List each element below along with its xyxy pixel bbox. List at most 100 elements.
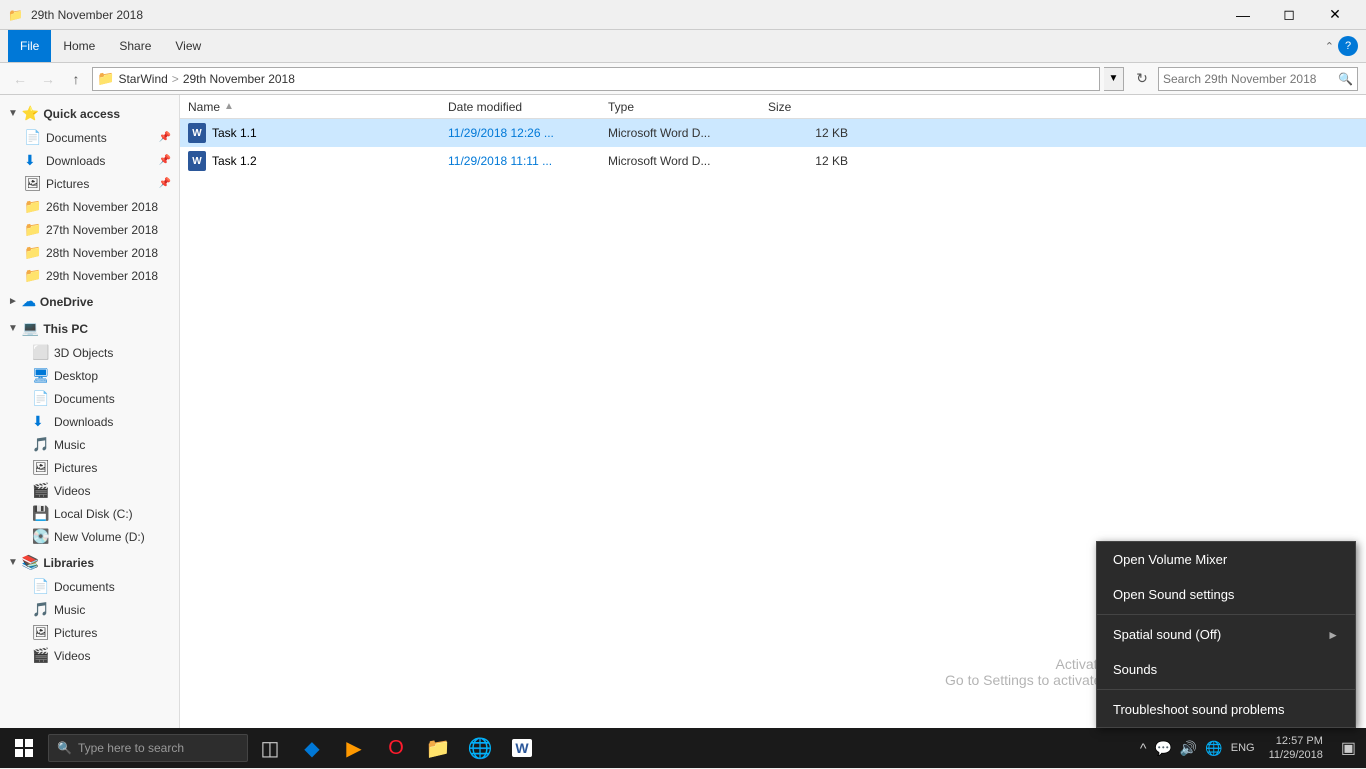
taskbar-app-word[interactable]: W (502, 728, 542, 768)
col-size-label: Size (768, 100, 791, 114)
ribbon-expand-button[interactable]: ⌃ (1325, 40, 1334, 53)
file-row-task11[interactable]: W Task 1.1 11/29/2018 12:26 ... Microsof… (180, 119, 1366, 147)
pictures-quick-pin: 📌 (159, 178, 171, 189)
ctx-spatial-sound[interactable]: Spatial sound (Off) ► (1097, 617, 1355, 652)
sidebar-item-documents-pc[interactable]: 📄 Documents (0, 387, 179, 410)
nav-forward-button[interactable]: → (36, 67, 60, 91)
col-type-label: Type (608, 100, 634, 114)
close-button[interactable]: ✕ (1312, 0, 1358, 30)
start-square-4 (25, 749, 33, 757)
tab-share[interactable]: Share (107, 30, 163, 62)
sidebar-header-onedrive[interactable]: ► ☁ OneDrive (0, 289, 179, 314)
taskbar-app-vlc[interactable]: ▶ (334, 728, 374, 768)
tray-network-icon[interactable]: 🌐 (1203, 738, 1224, 759)
file-row-task12[interactable]: W Task 1.2 11/29/2018 11:11 ... Microsof… (180, 147, 1366, 175)
col-header-size[interactable]: Size (768, 100, 848, 114)
ribbon-help-button[interactable]: ? (1338, 36, 1358, 56)
downloads-pc-label: Downloads (54, 415, 113, 429)
sidebar-item-27nov[interactable]: 📁 27th November 2018 (0, 218, 179, 241)
sidebar-item-pictures-quick[interactable]: 🖼 Pictures 📌 (0, 172, 179, 195)
address-dropdown[interactable]: ▼ (1104, 67, 1124, 91)
libraries-icon: 📚 (22, 554, 39, 571)
sidebar-section-quick-access: ▼ ⭐ Quick access 📄 Documents 📌 ⬇ Downloa… (0, 101, 179, 287)
quick-access-label: Quick access (43, 107, 120, 121)
sidebar-header-libraries[interactable]: ▼ 📚 Libraries (0, 550, 179, 575)
col-date-label: Date modified (448, 100, 522, 114)
sidebar-item-3d-objects[interactable]: ⬜ 3D Objects (0, 341, 179, 364)
tray-clock[interactable]: 12:57 PM 11/29/2018 (1261, 734, 1331, 762)
folder-29nov-icon: 📁 (24, 267, 40, 284)
ctx-open-volume-mixer[interactable]: Open Volume Mixer (1097, 542, 1355, 577)
start-square-1 (15, 739, 23, 747)
nav-up-button[interactable]: ↑ (64, 67, 88, 91)
tray-volume-icon[interactable]: 🔊 (1178, 738, 1199, 759)
sidebar-header-this-pc[interactable]: ▼ 💻 This PC (0, 316, 179, 341)
minimize-button[interactable]: — (1220, 0, 1266, 30)
ctx-sounds-label: Sounds (1113, 662, 1157, 677)
start-icon (15, 739, 33, 757)
taskbar-app-opera[interactable]: O (376, 728, 416, 768)
address-path[interactable]: 📁 StarWind > 29th November 2018 (92, 67, 1100, 91)
music-icon: 🎵 (32, 436, 48, 453)
videos-icon: 🎬 (32, 482, 48, 499)
path-current-folder: 29th November 2018 (183, 72, 295, 86)
lib-music-label: Music (54, 603, 85, 617)
path-starwind: StarWind (118, 72, 167, 86)
explorer-icon: 📁 (426, 736, 451, 761)
3d-objects-label: 3D Objects (54, 346, 113, 360)
tray-chat-icon[interactable]: 💬 (1152, 738, 1173, 759)
sidebar-item-lib-pictures[interactable]: 🖼 Pictures (0, 621, 179, 644)
taskbar-search[interactable]: 🔍 Type here to search (48, 734, 248, 762)
sidebar-item-lib-videos[interactable]: 🎬 Videos (0, 644, 179, 667)
col-header-name[interactable]: Name ▲ (188, 100, 448, 114)
tab-home[interactable]: Home (51, 30, 107, 62)
sidebar-item-videos[interactable]: 🎬 Videos (0, 479, 179, 502)
sidebar-header-quick-access[interactable]: ▼ ⭐ Quick access (0, 101, 179, 126)
refresh-button[interactable]: ↻ (1130, 67, 1154, 91)
sidebar-item-downloads-pc[interactable]: ⬇ Downloads (0, 410, 179, 433)
sidebar-item-lib-music[interactable]: 🎵 Music (0, 598, 179, 621)
tray-notification-icon[interactable]: ▣ (1335, 736, 1362, 760)
search-box: 🔍 (1158, 67, 1358, 91)
maximize-button[interactable]: ◻ (1266, 0, 1312, 30)
sidebar-item-29nov[interactable]: 📁 29th November 2018 (0, 264, 179, 287)
documents-pc-label: Documents (54, 392, 115, 406)
vlc-icon: ▶ (346, 736, 361, 761)
local-disk-c-icon: 💾 (32, 505, 48, 522)
sidebar-item-downloads-quick[interactable]: ⬇ Downloads 📌 (0, 149, 179, 172)
sidebar-item-lib-documents[interactable]: 📄 Documents (0, 575, 179, 598)
libraries-label: Libraries (43, 556, 94, 570)
search-input[interactable] (1163, 72, 1338, 86)
task-view-button[interactable]: ◫ (250, 728, 290, 768)
sidebar-item-desktop[interactable]: 🖥 Desktop (0, 364, 179, 387)
sidebar-item-28nov[interactable]: 📁 28th November 2018 (0, 241, 179, 264)
search-icon[interactable]: 🔍 (1338, 72, 1353, 86)
nav-back-button[interactable]: ← (8, 67, 32, 91)
tab-file[interactable]: File (8, 30, 51, 62)
3d-objects-icon: ⬜ (32, 344, 48, 361)
tab-view[interactable]: View (163, 30, 213, 62)
sidebar-item-pictures-pc[interactable]: 🖼 Pictures (0, 456, 179, 479)
start-square-3 (15, 749, 23, 757)
ctx-open-sound-settings[interactable]: Open Sound settings (1097, 577, 1355, 612)
tray-expand-icon[interactable]: ^ (1138, 738, 1149, 758)
col-header-type[interactable]: Type (608, 100, 768, 114)
tray-lang-label[interactable]: ENG (1229, 740, 1257, 756)
taskbar-app-edge[interactable]: ◆ (292, 728, 332, 768)
downloads-pc-icon: ⬇ (32, 413, 48, 430)
sidebar-item-local-disk-c[interactable]: 💾 Local Disk (C:) (0, 502, 179, 525)
taskbar-app-chrome[interactable]: 🌐 (460, 728, 500, 768)
start-button[interactable] (0, 728, 48, 768)
sidebar-item-26nov[interactable]: 📁 26th November 2018 (0, 195, 179, 218)
ctx-troubleshoot[interactable]: Troubleshoot sound problems (1097, 692, 1355, 727)
col-header-date[interactable]: Date modified (448, 100, 608, 114)
sidebar-item-music[interactable]: 🎵 Music (0, 433, 179, 456)
quick-access-chevron: ▼ (8, 108, 18, 119)
lib-documents-icon: 📄 (32, 578, 48, 595)
task11-date: 11/29/2018 12:26 ... (448, 126, 608, 140)
ctx-sounds[interactable]: Sounds (1097, 652, 1355, 687)
sidebar-item-documents-quick[interactable]: 📄 Documents 📌 (0, 126, 179, 149)
taskbar-app-explorer[interactable]: 📁 (418, 728, 458, 768)
sidebar-item-new-volume-d[interactable]: 💽 New Volume (D:) (0, 525, 179, 548)
pictures-quick-label: Pictures (46, 177, 89, 191)
